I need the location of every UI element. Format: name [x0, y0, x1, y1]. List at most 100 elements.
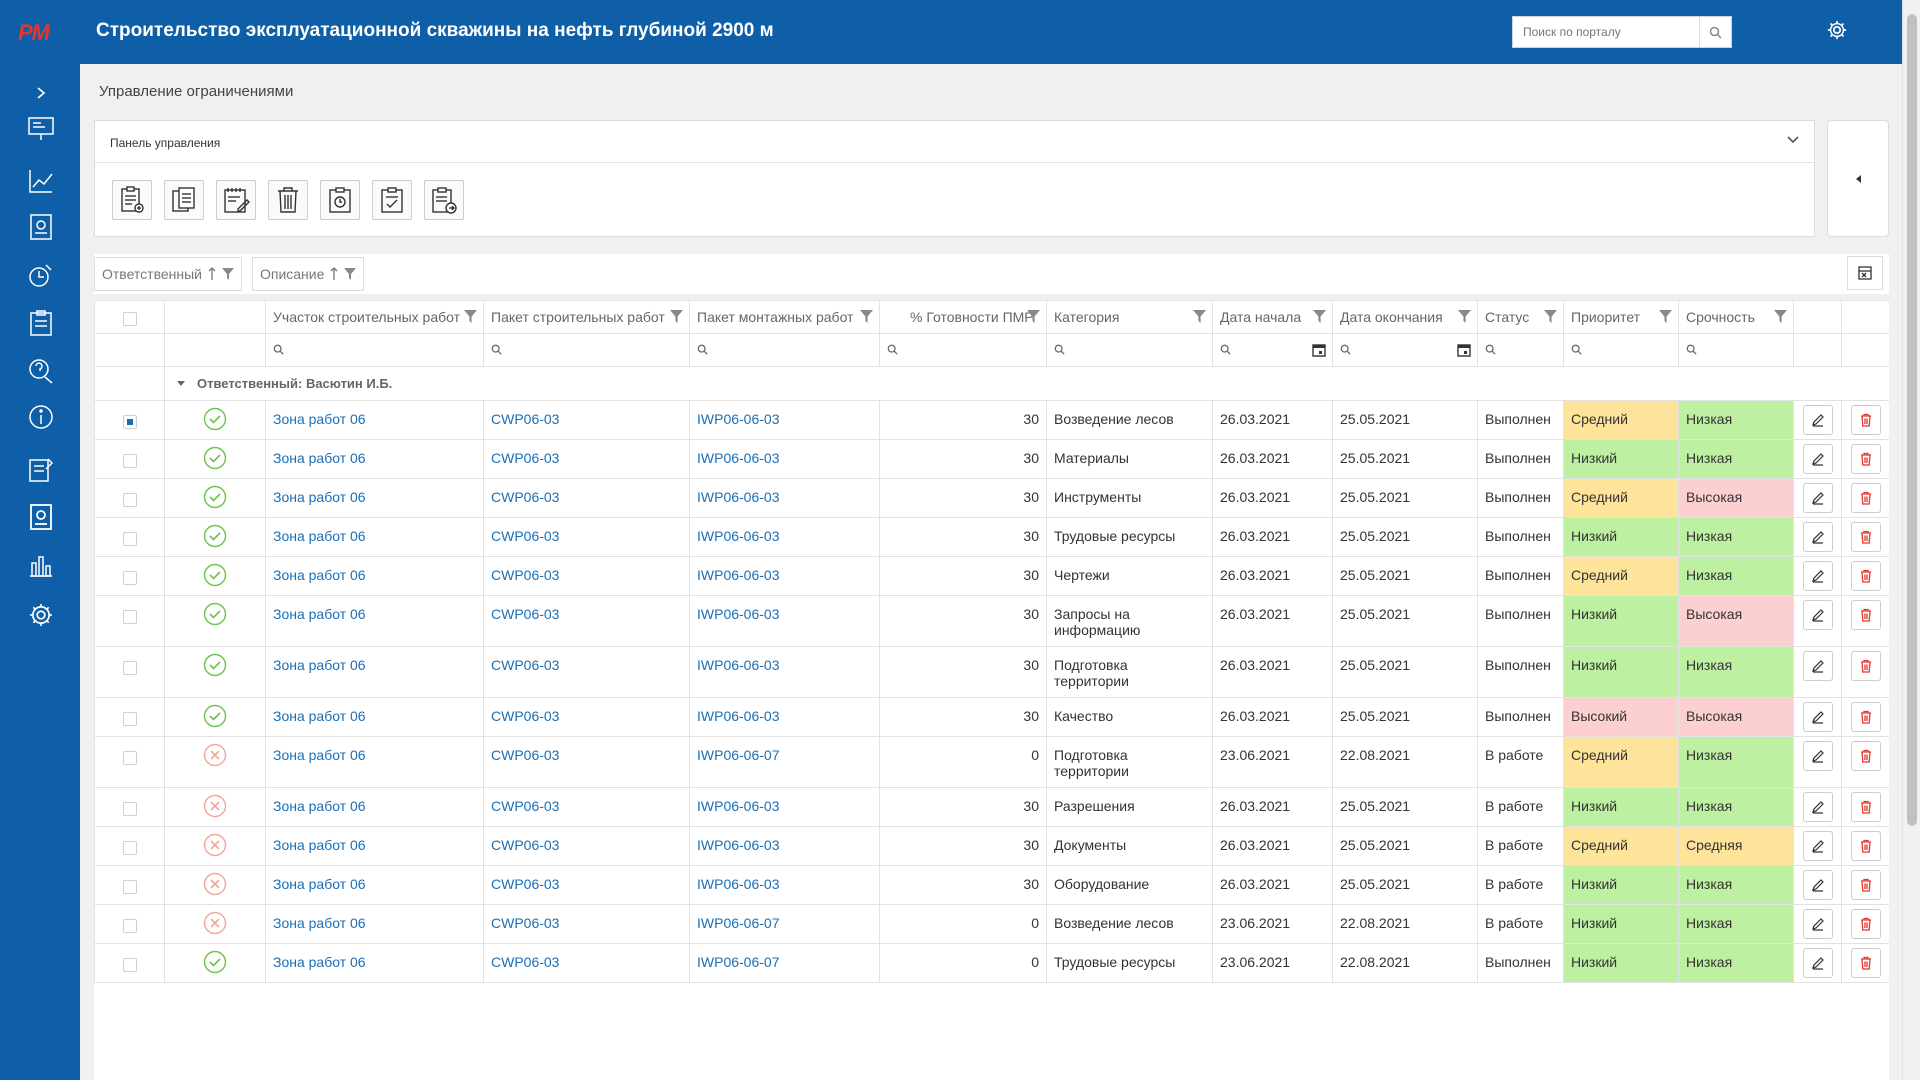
table-row[interactable]: Зона работ 06 CWP06-03 IWP06-06-03 30 Трудов… [94, 517, 1889, 557]
filter-cell-progress[interactable] [879, 333, 1047, 367]
row-checkbox[interactable] [122, 802, 137, 816]
table-row[interactable]: Зона работ 06 CWP06-03 IWP06-06-03 30 Инстру… [94, 478, 1889, 518]
area-link[interactable]: Зона работ 06 [273, 954, 366, 970]
filter-icon[interactable] [464, 310, 477, 323]
search-input[interactable] [1513, 17, 1700, 47]
row-checkbox[interactable] [122, 454, 137, 468]
delete-row-button[interactable] [1850, 561, 1881, 591]
delete-row-button[interactable] [1850, 522, 1881, 552]
edit-row-button[interactable] [1802, 741, 1833, 771]
iwp-link[interactable]: IWP06-06-07 [697, 915, 779, 931]
cwp-link[interactable]: CWP06-03 [491, 876, 559, 892]
row-checkbox[interactable] [122, 958, 137, 972]
filter-icon[interactable] [1544, 310, 1557, 323]
edit-row-button[interactable] [1802, 651, 1833, 681]
area-link[interactable]: Зона работ 06 [273, 450, 366, 466]
search-button[interactable] [1699, 17, 1731, 47]
area-link[interactable]: Зона работ 06 [273, 708, 366, 724]
filter-cell-iwp[interactable] [689, 333, 880, 367]
iwp-link[interactable]: IWP06-06-07 [697, 747, 779, 763]
delete-row-button[interactable] [1850, 600, 1881, 630]
row-checkbox[interactable] [122, 493, 137, 507]
sidebar-item-schedule[interactable] [26, 260, 56, 290]
settings-button[interactable] [1826, 19, 1848, 44]
side-panel-toggle[interactable] [1827, 120, 1889, 237]
edit-row-button[interactable] [1802, 600, 1833, 630]
edit-row-button[interactable] [1802, 831, 1833, 861]
delete-row-button[interactable] [1850, 444, 1881, 474]
cwp-link[interactable]: CWP06-03 [491, 450, 559, 466]
select-all-checkbox[interactable] [122, 312, 137, 326]
cwp-link[interactable]: CWP06-03 [491, 798, 559, 814]
delete-row-button[interactable] [1850, 792, 1881, 822]
calendar-icon[interactable] [1312, 343, 1326, 357]
table-row[interactable]: Зона работ 06 CWP06-03 IWP06-06-03 30 Возвед… [94, 400, 1889, 440]
delete-row-button[interactable] [1850, 651, 1881, 681]
cwp-link[interactable]: CWP06-03 [491, 708, 559, 724]
row-checkbox[interactable] [122, 610, 137, 624]
area-link[interactable]: Зона работ 06 [273, 411, 366, 427]
edit-row-button[interactable] [1802, 909, 1833, 939]
column-header-start-date[interactable]: Дата начала [1212, 300, 1333, 334]
cwp-link[interactable]: CWP06-03 [491, 915, 559, 931]
area-link[interactable]: Зона работ 06 [273, 528, 366, 544]
iwp-link[interactable]: IWP06-06-07 [697, 954, 779, 970]
area-link[interactable]: Зона работ 06 [273, 876, 366, 892]
iwp-link[interactable]: IWP06-06-03 [697, 450, 779, 466]
iwp-link[interactable]: IWP06-06-03 [697, 528, 779, 544]
delete-row-button[interactable] [1850, 909, 1881, 939]
edit-row-button[interactable] [1802, 702, 1833, 732]
filter-icon[interactable] [1027, 310, 1040, 323]
page-scrollbar[interactable] [1902, 0, 1920, 1080]
table-row[interactable]: Зона работ 06 CWP06-03 IWP06-06-03 30 Качест… [94, 697, 1889, 737]
row-checkbox[interactable] [122, 712, 137, 726]
area-link[interactable]: Зона работ 06 [273, 747, 366, 763]
table-row[interactable]: Зона работ 06 CWP06-03 IWP06-06-03 30 Чертеж… [94, 556, 1889, 596]
edit-constraint-button[interactable] [216, 180, 256, 220]
row-checkbox[interactable] [122, 919, 137, 933]
timer-constraint-button[interactable] [320, 180, 360, 220]
filter-icon[interactable] [1313, 310, 1326, 323]
iwp-link[interactable]: IWP06-06-03 [697, 837, 779, 853]
filter-icon[interactable] [1193, 310, 1206, 323]
filter-cell-start-date[interactable] [1212, 333, 1333, 367]
area-link[interactable]: Зона работ 06 [273, 798, 366, 814]
iwp-link[interactable]: IWP06-06-03 [697, 411, 779, 427]
area-link[interactable]: Зона работ 06 [273, 915, 366, 931]
filter-cell-urgency[interactable] [1678, 333, 1794, 367]
edit-row-button[interactable] [1802, 792, 1833, 822]
cwp-link[interactable]: CWP06-03 [491, 489, 559, 505]
edit-row-button[interactable] [1802, 405, 1833, 435]
cwp-link[interactable]: CWP06-03 [491, 567, 559, 583]
area-link[interactable]: Зона работ 06 [273, 567, 366, 583]
delete-row-button[interactable] [1850, 702, 1881, 732]
cwp-link[interactable]: CWP06-03 [491, 528, 559, 544]
iwp-link[interactable]: IWP06-06-03 [697, 876, 779, 892]
export-constraint-button[interactable] [424, 180, 464, 220]
sidebar-expand-button[interactable] [26, 78, 56, 108]
edit-row-button[interactable] [1802, 948, 1833, 978]
filter-cell-cwp[interactable] [483, 333, 690, 367]
cwp-link[interactable]: CWP06-03 [491, 657, 559, 673]
cwp-link[interactable]: CWP06-03 [491, 747, 559, 763]
filter-icon[interactable] [1458, 310, 1471, 323]
table-row[interactable]: Зона работ 06 CWP06-03 IWP06-06-03 30 Оборуд… [94, 865, 1889, 905]
sidebar-item-info[interactable] [26, 402, 56, 432]
delete-row-button[interactable] [1850, 405, 1881, 435]
iwp-link[interactable]: IWP06-06-03 [697, 708, 779, 724]
column-header-category[interactable]: Категория [1046, 300, 1213, 334]
cwp-link[interactable]: CWP06-03 [491, 837, 559, 853]
filter-cell-priority[interactable] [1563, 333, 1679, 367]
delete-row-button[interactable] [1850, 948, 1881, 978]
table-row[interactable]: Зона работ 06 CWP06-03 IWP06-06-03 30 Подгот… [94, 646, 1889, 698]
row-checkbox[interactable] [122, 661, 137, 675]
delete-row-button[interactable] [1850, 483, 1881, 513]
group-chip-responsible[interactable]: Ответственный [94, 257, 242, 291]
table-row[interactable]: Зона работ 06 CWP06-03 IWP06-06-03 30 Матери… [94, 439, 1889, 479]
column-header-iwp[interactable]: Пакет монтажных работ [689, 300, 880, 334]
table-row[interactable]: Зона работ 06 CWP06-03 IWP06-06-07 0 Возведе… [94, 904, 1889, 944]
area-link[interactable]: Зона работ 06 [273, 837, 366, 853]
row-checkbox[interactable] [122, 571, 137, 585]
row-checkbox[interactable] [122, 880, 137, 894]
iwp-link[interactable]: IWP06-06-03 [697, 567, 779, 583]
